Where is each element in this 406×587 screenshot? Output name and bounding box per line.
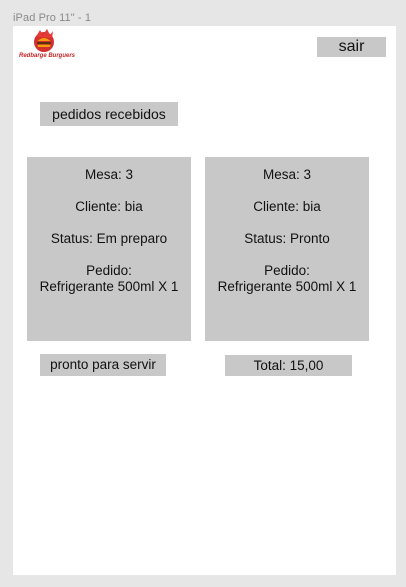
- logout-button[interactable]: sair: [317, 37, 386, 57]
- order-table-number: Mesa: 3: [84, 167, 134, 182]
- order-item: Refrigerante 500ml X 1: [39, 279, 179, 294]
- app-canvas: Redbarge Burguers sair pedidos recebidos…: [13, 26, 396, 575]
- order-status: Status: Em preparo: [50, 231, 168, 246]
- order-table-number: Mesa: 3: [262, 167, 312, 182]
- ready-to-serve-button[interactable]: pronto para servir: [40, 354, 166, 376]
- burger-flame-icon: [34, 29, 54, 52]
- order-client: Cliente: bia: [253, 199, 321, 214]
- order-total: Total: 15,00: [225, 355, 352, 376]
- order-items-label: Pedido:: [264, 263, 310, 278]
- order-item: Refrigerante 500ml X 1: [217, 279, 357, 294]
- order-card: Mesa: 3 Cliente: bia Status: Pronto Pedi…: [205, 157, 369, 341]
- order-items-label: Pedido:: [86, 263, 132, 278]
- order-client: Cliente: bia: [75, 199, 143, 214]
- order-status: Status: Pronto: [244, 231, 330, 246]
- received-orders-button[interactable]: pedidos recebidos: [40, 102, 178, 126]
- brand-logo: Redbarge Burguers: [19, 29, 75, 63]
- frame-label: iPad Pro 11" - 1: [13, 12, 92, 24]
- brand-name: Redbarge Burguers: [19, 53, 76, 59]
- order-card: Mesa: 3 Cliente: bia Status: Em preparo …: [27, 157, 191, 341]
